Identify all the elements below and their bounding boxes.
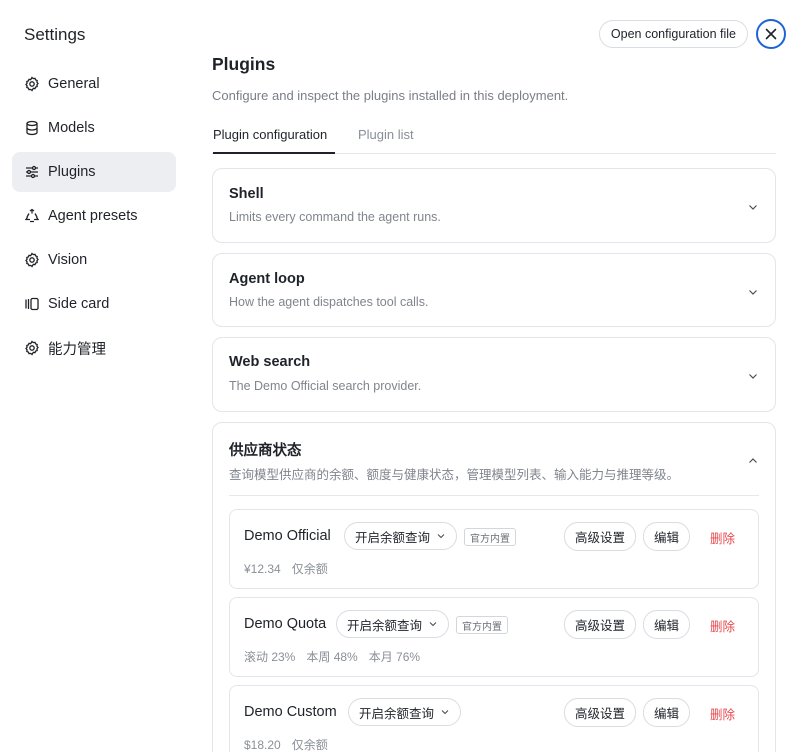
side-card-icon (24, 296, 40, 312)
chevron-down-icon (436, 531, 446, 541)
built-in-badge: 官方内置 (456, 616, 508, 634)
section-description: How the agent dispatches tool calls. (229, 295, 429, 309)
section-title: Web search (229, 354, 311, 370)
section-description: The Demo Official search provider. (229, 379, 422, 393)
select-value: 开启余额查询 (355, 530, 431, 545)
sidebar-item-capability-management[interactable]: 能力管理 (12, 328, 176, 368)
provider-meta: $18.20 仅余额 (244, 736, 339, 752)
balance-query-select[interactable]: 开启余额查询 (344, 522, 458, 550)
page-title: Plugins (212, 54, 276, 74)
provider-card: Demo Official 开启余额查询 官方内置 高级设置 编辑 删除 ¥12… (229, 509, 759, 589)
section-web-search[interactable]: Web search The Demo Official search prov… (212, 337, 776, 412)
divider (229, 495, 759, 496)
section-description: Limits every command the agent runs. (229, 210, 441, 224)
balance-query-select[interactable]: 开启余额查询 (348, 698, 462, 726)
meta-tag: 仅余额 (291, 562, 328, 576)
section-provider-status: 供应商状态 查询模型供应商的余额、额度与健康状态，管理模型列表、输入能力与推理等… (212, 422, 776, 752)
edit-button[interactable]: 编辑 (643, 698, 690, 727)
sidebar-item-label: Agent presets (48, 208, 138, 224)
advanced-settings-button[interactable]: 高级设置 (564, 610, 636, 639)
sidebar-item-label: Plugins (48, 164, 96, 180)
advanced-settings-button[interactable]: 高级设置 (564, 698, 636, 727)
select-value: 开启余额查询 (359, 706, 435, 721)
sidebar-item-agent-presets[interactable]: Agent presets (12, 196, 176, 236)
main-content: Plugins Configure and inspect the plugin… (212, 0, 776, 752)
gear-icon (24, 76, 40, 92)
delete-button[interactable]: 删除 (710, 704, 735, 723)
section-agent-loop[interactable]: Agent loop How the agent dispatches tool… (212, 253, 776, 327)
quota-weekly: 本周 48% (306, 650, 358, 664)
advanced-settings-button[interactable]: 高级设置 (564, 522, 636, 551)
edit-button[interactable]: 编辑 (643, 610, 690, 639)
provider-card: Demo Quota 开启余额查询 官方内置 高级设置 编辑 删除 滚动 23%… (229, 597, 759, 677)
chevron-up-icon[interactable] (747, 454, 759, 466)
delete-button[interactable]: 删除 (710, 528, 735, 547)
sliders-icon (24, 164, 40, 180)
quota-monthly: 本月 76% (368, 650, 421, 664)
section-title: Shell (229, 186, 264, 202)
section-title: 供应商状态 (229, 443, 302, 459)
database-icon (24, 120, 40, 136)
balance-query-select[interactable]: 开启余额查询 (336, 610, 450, 638)
gear-icon (24, 252, 40, 268)
chevron-down-icon[interactable] (747, 369, 759, 381)
provider-meta: 滚动 23% 本周 48% 本月 76% (244, 648, 431, 665)
provider-meta: ¥12.34 仅余额 (244, 560, 339, 577)
sidebar-item-vision[interactable]: Vision (12, 240, 176, 280)
sidebar-item-label: 能力管理 (48, 341, 106, 358)
built-in-badge: 官方内置 (464, 528, 516, 546)
sidebar-item-models[interactable]: Models (12, 108, 176, 148)
section-description: 查询模型供应商的余额、额度与健康状态，管理模型列表、输入能力与推理等级。 (229, 468, 680, 482)
delete-button[interactable]: 删除 (710, 616, 735, 635)
sidebar-item-label: Models (48, 120, 95, 136)
sidebar-item-label: Vision (48, 252, 88, 268)
provider-name: Demo Official (244, 528, 331, 544)
chevron-down-icon[interactable] (747, 285, 759, 297)
meta-tag: 仅余额 (291, 738, 328, 752)
sidebar-item-side-card[interactable]: Side card (12, 284, 176, 324)
balance-value: ¥12.34 (244, 562, 281, 576)
select-value: 开启余额查询 (347, 618, 423, 633)
sidebar: Settings General Models Plugins Agent pr… (0, 0, 190, 752)
tab-plugin-configuration[interactable]: Plugin configuration (213, 127, 335, 154)
sidebar-nav: General Models Plugins Agent presets Vis… (12, 64, 176, 372)
recycle-icon (24, 208, 40, 224)
tab-bar: Plugin configuration Plugin list (212, 118, 776, 154)
app-title: Settings (24, 25, 86, 44)
provider-name: Demo Custom (244, 704, 337, 720)
page-subtitle: Configure and inspect the plugins instal… (212, 88, 569, 103)
sidebar-item-label: Side card (48, 296, 110, 312)
gear-icon (24, 340, 40, 356)
sidebar-item-general[interactable]: General (12, 64, 176, 104)
balance-value: $18.20 (244, 738, 281, 752)
chevron-down-icon (440, 707, 450, 717)
tab-plugin-list[interactable]: Plugin list (358, 127, 414, 154)
provider-card: Demo Custom 开启余额查询 高级设置 编辑 删除 $18.20 仅余额 (229, 685, 759, 752)
chevron-down-icon (428, 619, 438, 629)
edit-button[interactable]: 编辑 (643, 522, 690, 551)
provider-name: Demo Quota (244, 616, 327, 632)
sidebar-item-label: General (48, 76, 100, 92)
section-shell[interactable]: Shell Limits every command the agent run… (212, 168, 776, 243)
chevron-down-icon[interactable] (747, 200, 759, 212)
section-title: Agent loop (229, 271, 305, 287)
sidebar-item-plugins[interactable]: Plugins (12, 152, 176, 192)
quota-rolling: 滚动 23% (244, 650, 296, 664)
